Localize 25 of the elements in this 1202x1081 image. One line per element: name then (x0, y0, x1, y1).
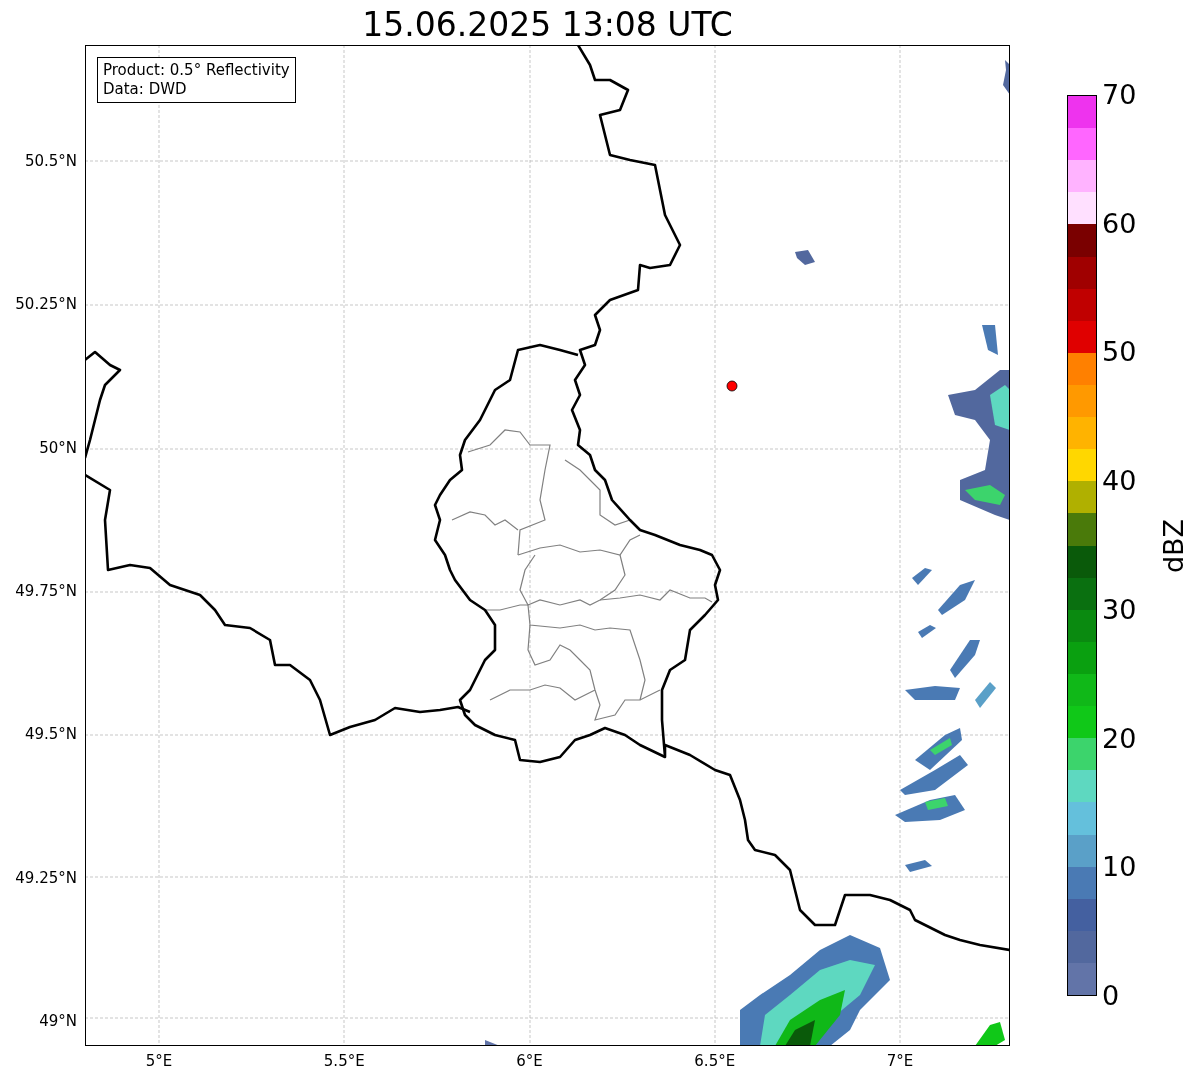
longitude-label: 5°E (145, 1052, 173, 1070)
colorbar-tick-label: 50 (1102, 337, 1137, 368)
latitude-label: 49.5°N (24, 725, 77, 744)
latitude-label: 49.75°N (15, 581, 77, 600)
longitude-label: 7°E (886, 1052, 914, 1070)
latitude-label: 50.5°N (24, 152, 77, 170)
colorbar-tick-label: 60 (1102, 208, 1137, 239)
longitude-label: 6.5°E (694, 1052, 736, 1070)
info-text: Product: 0.5° Reflectivity (103, 61, 290, 80)
latitude-label: 50.25°N (15, 295, 77, 314)
colorbar-tick-label: 10 (1102, 852, 1137, 883)
colorbar-tick-label: 40 (1102, 466, 1137, 497)
colorbar-tick-label: 0 (1102, 981, 1120, 1011)
longitude-label: 5.5°E (323, 1052, 365, 1070)
latitude-label: 49°N (39, 1011, 77, 1030)
latitude-label: 50°N (39, 438, 77, 457)
chart-title: 15.06.2025 13:08 UTC (361, 4, 734, 45)
colorbar-tick-label: 20 (1102, 723, 1137, 754)
latitude-label: 49.25°N (15, 868, 77, 887)
longitude-label: 6°E (516, 1052, 543, 1070)
colorbar-tick-label: 70 (1102, 80, 1137, 110)
colorbar-label: dBZ (1159, 518, 1190, 574)
radar-site-marker (726, 380, 738, 392)
colorbar-tick-label: 30 (1102, 594, 1137, 625)
info-text: Data: DWD (103, 80, 188, 99)
